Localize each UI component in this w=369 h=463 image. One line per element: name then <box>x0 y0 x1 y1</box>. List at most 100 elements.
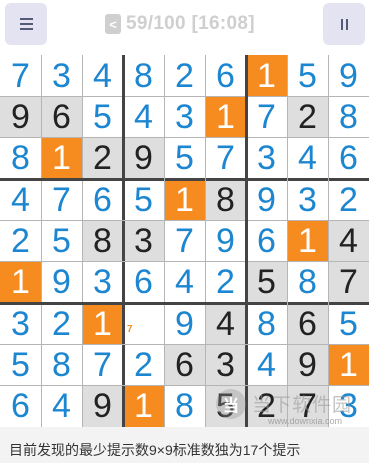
cell-divider-horizontal <box>0 219 369 221</box>
footer-caption: 目前发现的最少提示数9×9标准数独为17个提示 <box>9 442 301 458</box>
sudoku-cell-r5c4[interactable]: 3 <box>123 220 164 262</box>
cell-divider-horizontal <box>0 385 369 387</box>
sudoku-cell-r6c4[interactable]: 6 <box>123 262 164 303</box>
pause-button[interactable] <box>323 3 365 45</box>
sudoku-cell-r8c9[interactable]: 1 <box>328 344 369 386</box>
sudoku-cell-r5c1[interactable]: 2 <box>0 220 41 261</box>
sudoku-cell-r4c5[interactable]: 1 <box>164 179 205 221</box>
sudoku-cell-r8c8[interactable]: 9 <box>287 344 328 386</box>
sudoku-cell-r4c2[interactable]: 7 <box>41 179 82 220</box>
sudoku-cell-r1c7[interactable]: 1 <box>246 55 287 97</box>
sudoku-cell-r9c2[interactable]: 4 <box>41 386 82 427</box>
box-divider-vertical <box>121 55 125 427</box>
sudoku-cell-r5c7[interactable]: 6 <box>246 220 287 261</box>
sudoku-cell-r3c4[interactable]: 9 <box>123 137 164 179</box>
cell-divider-horizontal <box>0 261 369 263</box>
hamburger-menu-icon <box>19 18 33 30</box>
sudoku-cell-r1c8[interactable]: 5 <box>287 55 328 96</box>
sudoku-cell-r6c3[interactable]: 3 <box>82 262 123 303</box>
sudoku-cell-r9c4[interactable]: 1 <box>123 385 164 427</box>
box-divider-horizontal <box>0 177 369 181</box>
sudoku-cell-r3c1[interactable]: 8 <box>0 138 41 179</box>
sudoku-cell-r2c3[interactable]: 5 <box>82 96 123 137</box>
sudoku-cell-r2c4[interactable]: 4 <box>123 96 164 137</box>
sudoku-cell-r4c3[interactable]: 6 <box>82 179 123 220</box>
cell-divider-vertical <box>327 55 329 427</box>
watermark-logo: 当 <box>216 389 246 419</box>
previous-puzzle-button[interactable]: < <box>105 14 121 34</box>
sudoku-cell-r2c8[interactable]: 2 <box>287 96 328 138</box>
sudoku-cell-r8c4[interactable]: 2 <box>123 344 164 385</box>
sudoku-cell-r6c6[interactable]: 2 <box>205 262 246 303</box>
sudoku-cell-r7c5[interactable]: 9 <box>164 303 205 344</box>
sudoku-cell-r3c9[interactable]: 6 <box>328 138 369 179</box>
sudoku-cell-r2c9[interactable]: 8 <box>328 96 369 137</box>
cell-divider-vertical <box>286 55 288 427</box>
sudoku-cell-r6c8[interactable]: 8 <box>287 262 328 303</box>
sudoku-cell-r6c5[interactable]: 4 <box>164 262 205 303</box>
sudoku-cell-r8c5[interactable]: 6 <box>164 344 205 386</box>
sudoku-cell-r9c5[interactable]: 8 <box>164 386 205 427</box>
sudoku-cell-r4c1[interactable]: 4 <box>0 179 41 220</box>
cell-divider-vertical <box>81 55 83 427</box>
sudoku-cell-r1c1[interactable]: 7 <box>0 55 41 96</box>
sudoku-board: 7348261599654317288129573464765189322583… <box>0 55 369 427</box>
sudoku-cell-r8c6[interactable]: 3 <box>205 344 246 386</box>
sudoku-cell-r3c6[interactable]: 7 <box>205 138 246 179</box>
sudoku-cell-r7c6[interactable]: 4 <box>205 303 246 345</box>
top-bar: < 59/100 [16:08] <box>0 0 369 55</box>
sudoku-cell-r7c1[interactable]: 3 <box>0 303 41 344</box>
sudoku-cell-r2c5[interactable]: 3 <box>164 96 205 137</box>
sudoku-cell-r8c7[interactable]: 4 <box>246 344 287 385</box>
sudoku-cell-r7c9[interactable]: 5 <box>328 303 369 344</box>
sudoku-cell-r1c5[interactable]: 2 <box>164 55 205 96</box>
sudoku-cell-r1c4[interactable]: 8 <box>123 55 164 96</box>
sudoku-cell-r4c7[interactable]: 9 <box>246 179 287 220</box>
sudoku-cell-r1c6[interactable]: 6 <box>205 55 246 96</box>
sudoku-cell-r1c9[interactable]: 9 <box>328 55 369 96</box>
sudoku-cell-r5c5[interactable]: 7 <box>164 220 205 261</box>
sudoku-cell-r1c2[interactable]: 3 <box>41 55 82 96</box>
sudoku-cell-r9c1[interactable]: 6 <box>0 386 41 427</box>
sudoku-cell-r5c6[interactable]: 9 <box>205 220 246 261</box>
sudoku-cell-r5c2[interactable]: 5 <box>41 220 82 261</box>
sudoku-cell-r7c8[interactable]: 6 <box>287 303 328 345</box>
sudoku-cell-r1c3[interactable]: 4 <box>82 55 123 96</box>
sudoku-cell-r8c3[interactable]: 7 <box>82 344 123 385</box>
cell-divider-horizontal <box>0 137 369 139</box>
cell-divider-vertical <box>40 55 42 427</box>
game-status: < 59/100 [16:08] <box>105 9 255 39</box>
sudoku-cell-r8c1[interactable]: 5 <box>0 344 41 385</box>
sudoku-cell-r4c9[interactable]: 2 <box>328 179 369 220</box>
footer-caption-bar: 目前发现的最少提示数9×9标准数独为17个提示 <box>0 427 369 463</box>
cell-divider-horizontal <box>0 343 369 345</box>
sudoku-cell-r6c2[interactable]: 9 <box>41 262 82 303</box>
sudoku-cell-r7c7[interactable]: 8 <box>246 303 287 344</box>
sudoku-cell-r5c9[interactable]: 4 <box>328 220 369 262</box>
box-divider-vertical <box>244 55 248 427</box>
sudoku-cell-r4c8[interactable]: 3 <box>287 179 328 220</box>
sudoku-cell-r3c8[interactable]: 4 <box>287 138 328 179</box>
sudoku-cell-r6c1[interactable]: 1 <box>0 261 41 303</box>
sudoku-cell-r3c7[interactable]: 3 <box>246 138 287 179</box>
sudoku-cell-r4c6[interactable]: 8 <box>205 179 246 221</box>
box-divider-horizontal <box>0 301 369 305</box>
sudoku-cell-r2c1[interactable]: 9 <box>0 96 41 138</box>
sudoku-cell-r2c7[interactable]: 7 <box>246 96 287 137</box>
sudoku-cell-r9c3[interactable]: 9 <box>82 385 123 427</box>
sudoku-cell-r2c6[interactable]: 1 <box>205 96 246 138</box>
sudoku-cell-r3c5[interactable]: 5 <box>164 138 205 179</box>
sudoku-cell-r3c2[interactable]: 1 <box>41 137 82 179</box>
sudoku-cell-r6c7[interactable]: 5 <box>246 261 287 303</box>
sudoku-cell-r5c8[interactable]: 1 <box>287 220 328 262</box>
sudoku-cell-r2c2[interactable]: 6 <box>41 96 82 138</box>
sudoku-cell-r6c9[interactable]: 7 <box>328 261 369 303</box>
sudoku-cell-r7c3[interactable]: 1 <box>82 303 123 345</box>
sudoku-cell-r8c2[interactable]: 8 <box>41 344 82 385</box>
sudoku-cell-r7c4[interactable]: 7 <box>123 303 164 344</box>
sudoku-cell-r3c3[interactable]: 2 <box>82 137 123 179</box>
sudoku-cell-r7c2[interactable]: 2 <box>41 303 82 344</box>
sudoku-cell-r5c3[interactable]: 8 <box>82 220 123 262</box>
sudoku-cell-r4c4[interactable]: 5 <box>123 179 164 220</box>
menu-button[interactable] <box>5 3 47 45</box>
